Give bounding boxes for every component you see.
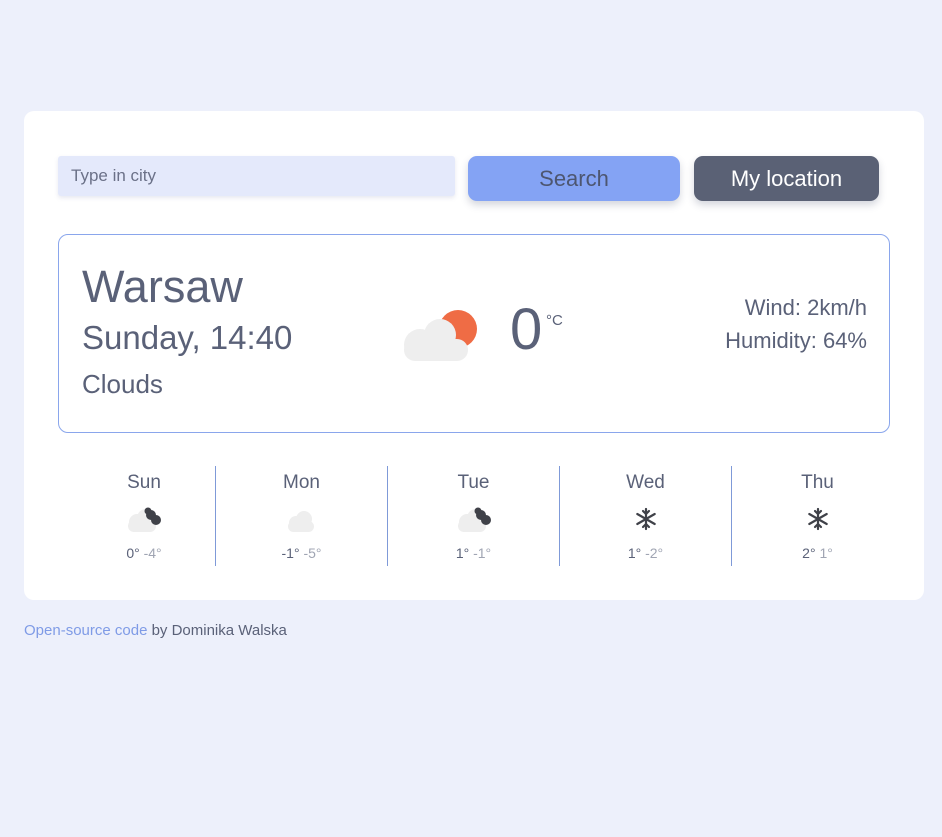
forecast-day-name: Wed (626, 472, 665, 493)
footer: Open-source code by Dominika Walska (24, 622, 287, 639)
forecast-temps: 1° -1° (388, 545, 559, 561)
forecast-temps: 0° -4° (58, 545, 230, 561)
forecast-max: 1° (627, 545, 642, 561)
cloud-sun-icon (404, 310, 477, 361)
forecast-temps: -1° -5° (216, 545, 387, 561)
forecast-day-name: Mon (283, 472, 320, 493)
humidity: Humidity: 64% (725, 328, 867, 353)
snowflake-icon (807, 507, 828, 531)
forecast-day: Wed 1° -2° (559, 466, 731, 566)
forecast-temps: 2° 1° (732, 545, 903, 561)
search-button[interactable]: Search (468, 156, 680, 201)
author-credit: by Dominika Walska (147, 622, 287, 639)
forecast-day: Mon -1° -5° (215, 466, 387, 566)
open-source-link[interactable]: Open-source code (24, 622, 147, 639)
weather-description: Clouds (82, 369, 163, 399)
my-location-button[interactable]: My location (694, 156, 879, 201)
current-temperature: 0 (510, 297, 543, 362)
forecast-max: 2° (802, 545, 816, 561)
forecast-day-name: Thu (801, 472, 834, 493)
forecast-day: Tue 1° -1° (387, 466, 559, 566)
temperature-unit: °C (546, 312, 563, 329)
cloud-icon (287, 511, 314, 532)
forecast-max: -1° (281, 545, 300, 561)
city-search-input[interactable] (58, 156, 455, 196)
forecast-min: -4° (143, 545, 162, 561)
current-datetime: Sunday, 14:40 (82, 319, 293, 356)
weather-card: Search My location Warsaw Sunday, 14:40 … (24, 111, 924, 600)
forecast-day-name: Sun (127, 472, 161, 493)
forecast-day: Thu 2° 1° (731, 466, 903, 566)
forecast-min: -1° (473, 545, 492, 561)
current-weather-panel: Warsaw Sunday, 14:40 Clouds 0 °C Wind: 2… (58, 234, 890, 433)
forecast-temps: 1° -2° (560, 545, 731, 561)
forecast-day: Sun 0° -4° (58, 466, 230, 566)
cloud-dark-icon (128, 507, 161, 532)
snowflake-icon (635, 507, 656, 531)
forecast-max: 0° (126, 545, 140, 561)
city-name: Warsaw (82, 261, 243, 312)
forecast-max: 1° (455, 545, 470, 561)
cloud-dark-icon (457, 507, 491, 532)
forecast-strip: Sun 0° -4° Mon -1° -5° Tue 1° -1° Wed 1°… (58, 466, 918, 566)
wind-speed: Wind: 2km/h (744, 295, 867, 320)
forecast-min: 1° (819, 545, 833, 561)
forecast-day-name: Tue (457, 472, 490, 493)
search-form: Search My location (58, 156, 880, 202)
forecast-min: -2° (645, 545, 664, 561)
forecast-min: -5° (303, 545, 322, 561)
